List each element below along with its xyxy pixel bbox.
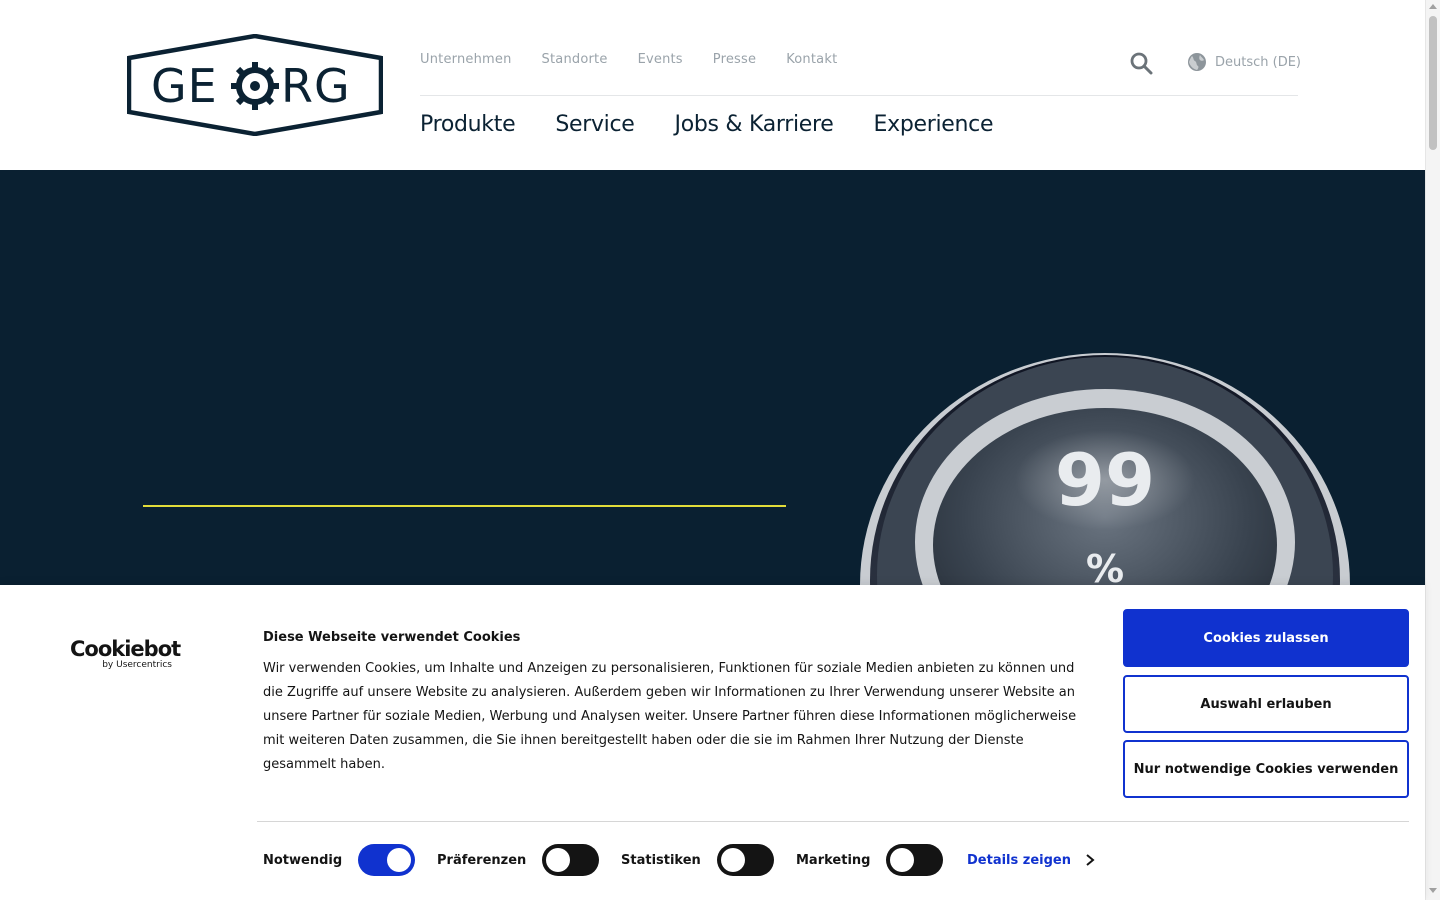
hero-section: 99 % [0,170,1425,585]
consent-necessary: Notwendig [263,844,416,876]
consent-marketing-toggle[interactable] [886,844,944,876]
language-selector[interactable]: Deutsch (DE) [1187,52,1301,72]
cookie-banner: Cookiebot by Usercentrics Diese Webseite… [0,585,1425,900]
necessary-only-button[interactable]: Nur notwendige Cookies verwenden [1123,740,1409,798]
chevron-right-icon [1086,854,1095,866]
globe-icon [1188,53,1206,71]
cookiebot-brand-sub: by Usercentrics [102,660,172,670]
search-icon[interactable] [1129,51,1153,75]
nav-jobs-karriere[interactable]: Jobs & Karriere [675,112,834,137]
topnav-events[interactable]: Events [638,52,683,67]
consent-statistics-toggle[interactable] [716,844,774,876]
main-navigation: Produkte Service Jobs & Karriere Experie… [420,112,994,137]
cookiebot-logo: Cookiebot by Usercentrics [70,637,181,672]
toggle-knob [387,848,412,872]
show-details-link[interactable]: Details zeigen [967,844,1095,876]
show-details-label: Details zeigen [967,852,1071,868]
consent-preferences-toggle[interactable] [542,844,600,876]
toggle-knob [890,848,915,872]
nav-produkte[interactable]: Produkte [420,112,516,137]
consent-marketing: Marketing [796,844,944,876]
consent-preferences: Präferenzen [437,844,600,876]
cookie-title: Diese Webseite verwendet Cookies [263,630,521,645]
cookie-divider [257,821,1409,822]
svg-text:GE: GE [151,59,218,113]
topnav-unternehmen[interactable]: Unternehmen [420,52,512,67]
topnav-presse[interactable]: Presse [713,52,756,67]
scroll-down-icon[interactable] [1429,888,1437,893]
toggle-knob [546,848,571,872]
toggle-knob [720,848,745,872]
allow-selection-button[interactable]: Auswahl erlauben [1123,675,1409,733]
scroll-up-icon[interactable] [1429,4,1437,9]
hero-accent-line [143,505,786,507]
gauge-unit: % [1086,547,1124,585]
language-label: Deutsch (DE) [1215,54,1302,70]
scrollbar-thumb[interactable] [1429,16,1437,150]
top-navigation: Unternehmen Standorte Events Presse Kont… [420,52,837,67]
svg-text:RG: RG [281,59,351,113]
site-header: GE RG Unternehmen Standorte Events Press… [0,0,1425,170]
consent-necessary-label: Notwendig [263,852,343,868]
header-divider [420,95,1298,96]
consent-statistics-label: Statistiken [621,852,701,868]
cookiebot-brand: Cookiebot [70,637,181,661]
consent-statistics: Statistiken [621,844,774,876]
page-scrollbar[interactable] [1425,0,1440,900]
consent-marketing-label: Marketing [796,852,871,868]
allow-all-cookies-button[interactable]: Cookies zulassen [1123,609,1409,667]
georg-logo[interactable]: GE RG [127,34,383,136]
gauge-graphic: 99 % [860,353,1350,585]
cookie-description: Wir verwenden Cookies, um Inhalte und An… [263,661,1077,772]
nav-service[interactable]: Service [555,112,635,137]
nav-experience[interactable]: Experience [874,112,994,137]
gauge-value: 99 [1055,438,1155,522]
consent-preferences-label: Präferenzen [437,852,527,868]
topnav-kontakt[interactable]: Kontakt [786,52,837,67]
topnav-standorte[interactable]: Standorte [542,52,608,67]
consent-necessary-toggle[interactable] [358,844,416,876]
